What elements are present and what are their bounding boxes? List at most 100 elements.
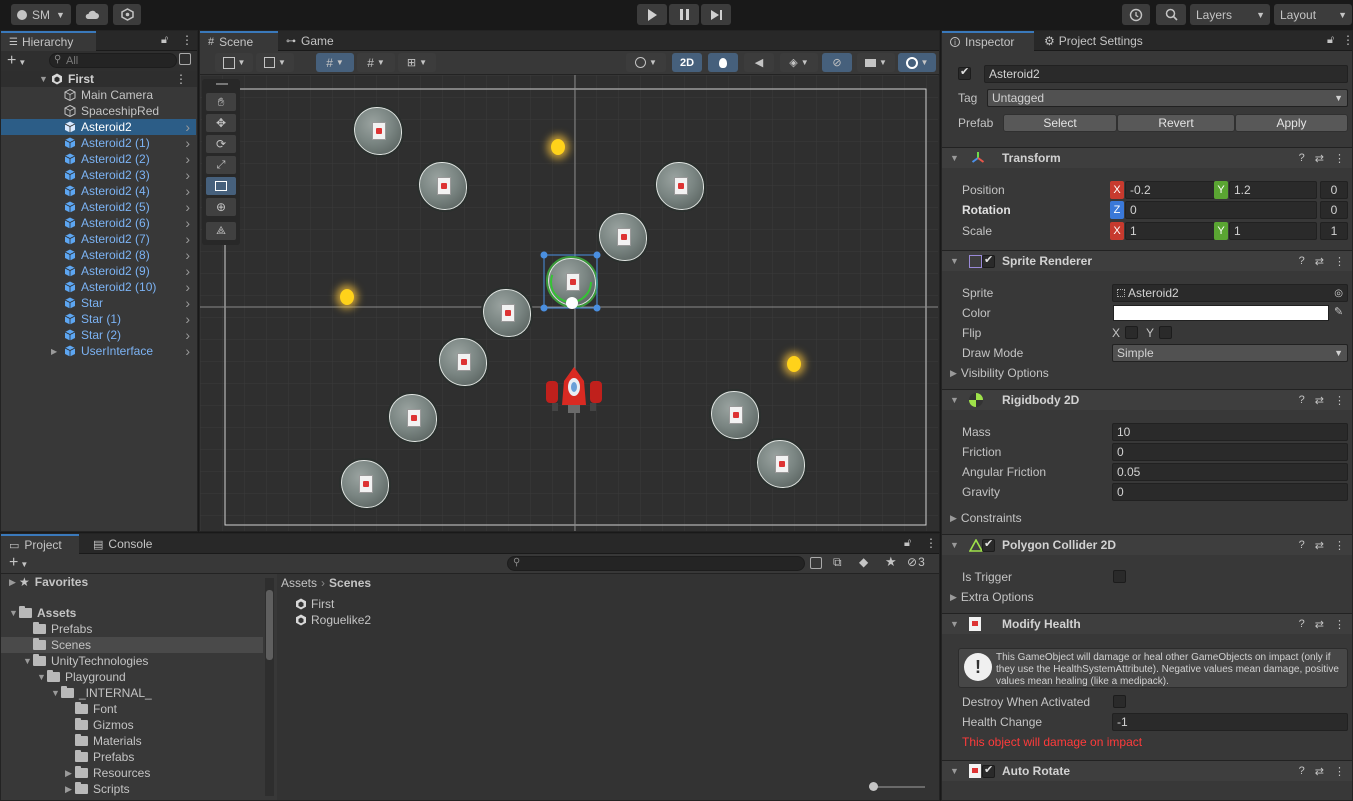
expand-arrow-icon[interactable]: ▶	[65, 768, 75, 779]
foldout-arrow-icon[interactable]: ▼	[950, 619, 959, 629]
shading-button[interactable]: ▼	[626, 53, 666, 72]
project-folder-row[interactable]: Font	[1, 701, 263, 717]
lock-icon[interactable]: 🔓︎	[1327, 34, 1334, 47]
presets-icon[interactable]: ⇄	[1315, 152, 1324, 165]
project-folder-row[interactable]: Gizmos	[1, 717, 263, 733]
ruler-button[interactable]: ⊞ ▼	[398, 53, 436, 72]
open-prefab-chevron-icon[interactable]: ›	[185, 183, 190, 199]
tab-inspector[interactable]: i Inspector	[942, 31, 1034, 51]
axis-z-label[interactable]: Z	[1110, 201, 1124, 219]
open-prefab-chevron-icon[interactable]: ›	[185, 215, 190, 231]
search-button[interactable]	[1156, 4, 1186, 25]
scale-tool-button[interactable]: ⤢	[206, 156, 236, 174]
open-prefab-chevron-icon[interactable]: ›	[185, 247, 190, 263]
star-sprite[interactable]	[332, 282, 362, 312]
position-z-field[interactable]: 0	[1320, 181, 1348, 199]
hierarchy-item[interactable]: Asteroid2 (3) ›	[1, 167, 196, 183]
grid-snap-button[interactable]: # ▼	[316, 53, 354, 72]
more-icon[interactable]: ⋮	[1334, 539, 1345, 552]
asteroid-sprite[interactable]	[481, 287, 533, 339]
color-swatch[interactable]	[1113, 305, 1329, 321]
project-folder-row[interactable]: ▶ Resources	[1, 765, 263, 781]
tab-console[interactable]: ▤ Console	[85, 534, 165, 554]
open-prefab-chevron-icon[interactable]: ›	[185, 279, 190, 295]
snap-increment-button[interactable]: # ▼	[357, 53, 395, 72]
open-prefab-chevron-icon[interactable]: ›	[185, 119, 190, 135]
more-icon[interactable]: ⋮	[1342, 33, 1352, 47]
polygon-collider-header[interactable]: ▼ ✔ Polygon Collider 2D ? ⇄ ⋮	[942, 534, 1352, 555]
axis-x-label[interactable]: X	[1110, 181, 1124, 199]
foldout-arrow-icon[interactable]: ▼	[950, 256, 959, 266]
more-icon[interactable]: ⋮	[1334, 394, 1345, 407]
collab-button[interactable]	[113, 4, 141, 25]
eyedropper-icon[interactable]: ✎	[1334, 305, 1343, 318]
create-asset-button[interactable]: + ▼	[9, 554, 28, 572]
axis-x-label[interactable]: X	[1110, 222, 1124, 240]
axis-y-label[interactable]: Y	[1214, 222, 1228, 240]
project-folder-row[interactable]: Materials	[1, 733, 263, 749]
object-picker-icon[interactable]: ◎	[1334, 288, 1343, 299]
breadcrumb-assets[interactable]: Assets	[281, 576, 317, 590]
asteroid-sprite[interactable]	[352, 105, 404, 157]
mode-2d-button[interactable]: 2D	[672, 53, 702, 72]
more-icon[interactable]: ⋮	[1334, 618, 1345, 631]
search-by-type-icon[interactable]	[810, 557, 822, 569]
visibility-options-foldout[interactable]: ▶ Visibility Options	[950, 366, 1049, 380]
search-filter-icon[interactable]	[179, 53, 191, 65]
axis-y-label[interactable]: Y	[1214, 181, 1228, 199]
scene-file-item[interactable]: First	[295, 596, 334, 612]
more-icon[interactable]: ⋮	[181, 33, 193, 47]
tab-project[interactable]: ▭ Project	[1, 534, 79, 554]
tree-scrollbar[interactable]	[265, 578, 274, 796]
label-icon[interactable]: ◆	[859, 555, 868, 569]
account-button[interactable]: SM ▼	[11, 4, 71, 25]
hierarchy-item[interactable]: Asteroid2 (6) ›	[1, 215, 196, 231]
sprite-field[interactable]: Asteroid2 ◎	[1112, 284, 1348, 302]
star-sprite[interactable]	[543, 132, 573, 162]
lock-icon[interactable]: 🔓︎	[904, 537, 911, 550]
asteroid-sprite[interactable]	[755, 438, 807, 490]
open-prefab-chevron-icon[interactable]: ›	[185, 199, 190, 215]
scale-y-field[interactable]: 1	[1229, 222, 1317, 240]
project-folder-row[interactable]: ▼ Playground	[1, 669, 263, 685]
rotate-tool-button[interactable]: ⟳	[206, 135, 236, 153]
expand-arrow-icon[interactable]: ▼	[23, 656, 33, 666]
hierarchy-item[interactable]: SpaceshipRed	[1, 103, 196, 119]
mass-field[interactable]: 10	[1112, 423, 1348, 441]
help-icon[interactable]: ?	[1299, 539, 1305, 552]
project-folder-row[interactable]: ▼ _INTERNAL_	[1, 685, 263, 701]
project-folder-row[interactable]: Scenes	[1, 637, 263, 653]
project-folder-row[interactable]: ▶ Scripts	[1, 781, 263, 797]
foldout-arrow-icon[interactable]: ▼	[950, 766, 959, 776]
hierarchy-item[interactable]: Asteroid2 (5) ›	[1, 199, 196, 215]
filter-type-icon[interactable]: ⧉	[833, 555, 842, 570]
pivot-handle-icon[interactable]	[566, 297, 578, 309]
favorite-star-icon[interactable]: ★	[885, 554, 897, 570]
more-icon[interactable]: ⋮	[175, 72, 187, 86]
hierarchy-item[interactable]: Asteroid2 (1) ›	[1, 135, 196, 151]
zoom-slider[interactable]	[869, 782, 925, 791]
help-icon[interactable]: ?	[1299, 618, 1305, 631]
sprite-renderer-enabled-checkbox[interactable]: ✔	[982, 254, 995, 268]
prefab-apply-button[interactable]: Apply	[1235, 114, 1348, 132]
audio-button[interactable]: ◀︎	[744, 53, 774, 72]
auto-rotate-header[interactable]: ▼ ✔ Auto Rotate ? ⇄ ⋮	[942, 760, 1352, 781]
asteroid-sprite[interactable]	[417, 160, 469, 212]
hierarchy-item[interactable]: Asteroid2 (4) ›	[1, 183, 196, 199]
sprite-renderer-header[interactable]: ▼ ✔ Sprite Renderer ? ⇄ ⋮	[942, 250, 1352, 271]
open-prefab-chevron-icon[interactable]: ›	[185, 151, 190, 167]
hierarchy-item[interactable]: ▶ UserInterface ›	[1, 343, 196, 359]
hierarchy-item[interactable]: Star (2) ›	[1, 327, 196, 343]
open-prefab-chevron-icon[interactable]: ›	[185, 231, 190, 247]
tab-project-settings[interactable]: ⚙ Project Settings	[1036, 31, 1166, 51]
custom-tool-button[interactable]: ⟁	[206, 222, 236, 240]
hierarchy-item[interactable]: Asteroid2 (2) ›	[1, 151, 196, 167]
render-mode-button[interactable]: ▼	[256, 53, 294, 72]
hierarchy-item[interactable]: Asteroid2 (10) ›	[1, 279, 196, 295]
hierarchy-item[interactable]: Star (1) ›	[1, 311, 196, 327]
rotation-z-field[interactable]: 0	[1125, 201, 1317, 219]
spaceship-sprite[interactable]	[544, 365, 604, 417]
gizmos-button[interactable]: ▼	[898, 53, 936, 72]
tag-dropdown[interactable]: Untagged ▼	[987, 89, 1348, 107]
help-icon[interactable]: ?	[1299, 765, 1305, 778]
